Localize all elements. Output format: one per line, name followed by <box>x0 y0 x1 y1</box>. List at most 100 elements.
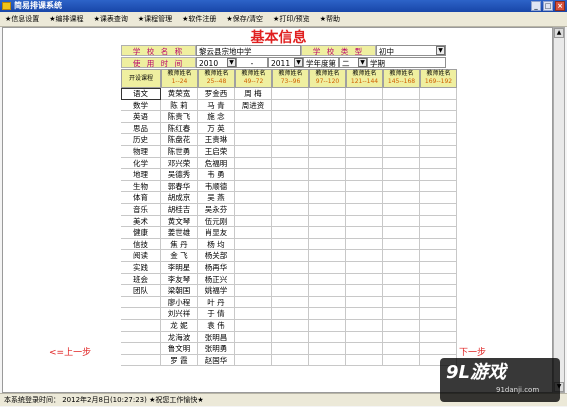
teacher-cell[interactable]: 陈 莉 <box>161 99 198 112</box>
teacher-cell[interactable]: 杨再华 <box>198 262 235 274</box>
teacher-cell[interactable] <box>346 215 383 228</box>
teacher-cell[interactable] <box>420 227 457 239</box>
teacher-cell[interactable] <box>420 88 457 100</box>
teacher-cell[interactable] <box>420 204 457 216</box>
teacher-cell[interactable] <box>309 111 346 123</box>
maximize-button[interactable]: □ <box>543 1 553 11</box>
teacher-cell[interactable] <box>272 204 309 216</box>
teacher-cell[interactable] <box>383 215 420 228</box>
teacher-cell[interactable] <box>309 273 346 286</box>
menu-help[interactable]: ★帮助 <box>315 12 345 26</box>
teacher-cell[interactable] <box>309 157 346 170</box>
teacher-cell[interactable] <box>383 343 420 355</box>
teacher-cell[interactable]: 袁 伟 <box>198 320 235 332</box>
teacher-cell[interactable]: 吴德秀 <box>161 169 198 181</box>
teacher-cell[interactable] <box>235 122 272 135</box>
chevron-down-icon[interactable]: ▼ <box>294 58 303 67</box>
teacher-cell[interactable] <box>235 227 272 239</box>
teacher-cell[interactable] <box>346 285 383 297</box>
teacher-cell[interactable] <box>235 134 272 146</box>
school-name-field[interactable]: 黎云县宗地中学 <box>196 45 301 56</box>
teacher-cell[interactable] <box>272 111 309 123</box>
vertical-scrollbar[interactable]: ▲ ▼ <box>553 27 565 393</box>
teacher-cell[interactable] <box>272 238 309 251</box>
teacher-cell[interactable] <box>309 331 346 344</box>
teacher-cell[interactable] <box>346 122 383 135</box>
teacher-cell[interactable] <box>235 331 272 344</box>
teacher-cell[interactable]: 吴永芬 <box>198 204 235 216</box>
menu-software-register[interactable]: ★软件注册 <box>177 12 221 26</box>
teacher-cell[interactable] <box>235 285 272 297</box>
teacher-cell[interactable] <box>235 296 272 309</box>
teacher-cell[interactable]: 韦顺德 <box>198 180 235 193</box>
teacher-cell[interactable] <box>383 111 420 123</box>
teacher-cell[interactable]: 李友琴 <box>161 273 198 286</box>
teacher-cell[interactable]: 胡成京 <box>161 192 198 204</box>
chevron-down-icon[interactable]: ▼ <box>436 46 445 55</box>
teacher-cell[interactable]: 危福明 <box>198 157 235 170</box>
teacher-cell[interactable]: 吴 燕 <box>198 192 235 204</box>
teacher-cell[interactable]: 陈贵飞 <box>161 111 198 123</box>
teacher-cell[interactable] <box>235 111 272 123</box>
course-cell[interactable]: 实践 <box>121 262 161 274</box>
course-cell[interactable]: 班会 <box>121 273 161 286</box>
menu-timetable-query[interactable]: ★课表查询 <box>89 12 133 26</box>
teacher-cell[interactable] <box>420 308 457 320</box>
teacher-cell[interactable] <box>272 285 309 297</box>
teacher-cell[interactable] <box>309 169 346 181</box>
teacher-cell[interactable] <box>346 262 383 274</box>
teacher-cell[interactable] <box>346 250 383 262</box>
teacher-cell[interactable] <box>272 99 309 112</box>
teacher-cell[interactable] <box>346 227 383 239</box>
teacher-cell[interactable]: 罗 霞 <box>161 354 198 367</box>
teacher-cell[interactable] <box>420 331 457 344</box>
teacher-cell[interactable] <box>346 111 383 123</box>
teacher-cell[interactable] <box>272 192 309 204</box>
teacher-cell[interactable] <box>383 273 420 286</box>
teacher-cell[interactable]: 杨正兴 <box>198 273 235 286</box>
teacher-cell[interactable]: 王贵琳 <box>198 134 235 146</box>
course-cell[interactable] <box>121 354 161 367</box>
teacher-cell[interactable]: 龙 妮 <box>161 320 198 332</box>
course-cell[interactable]: 生物 <box>121 180 161 193</box>
teacher-cell[interactable] <box>383 122 420 135</box>
next-step-button[interactable]: 下一步 <box>459 345 486 358</box>
teacher-cell[interactable] <box>235 169 272 181</box>
teacher-cell[interactable] <box>235 262 272 274</box>
teacher-cell[interactable] <box>346 99 383 112</box>
teacher-cell[interactable] <box>309 180 346 193</box>
teacher-cell[interactable]: 周 梅 <box>235 88 272 100</box>
teacher-cell[interactable] <box>383 204 420 216</box>
teacher-cell[interactable] <box>420 273 457 286</box>
teacher-cell[interactable] <box>272 134 309 146</box>
teacher-cell[interactable] <box>383 285 420 297</box>
teacher-cell[interactable]: 杨 均 <box>198 238 235 251</box>
teacher-cell[interactable] <box>272 354 309 367</box>
teacher-cell[interactable] <box>235 308 272 320</box>
menu-course-management[interactable]: ★课程管理 <box>133 12 177 26</box>
teacher-cell[interactable] <box>309 99 346 112</box>
teacher-cell[interactable]: 万 英 <box>198 122 235 135</box>
teacher-cell[interactable] <box>309 308 346 320</box>
teacher-cell[interactable] <box>420 343 457 355</box>
teacher-cell[interactable] <box>309 134 346 146</box>
chevron-down-icon[interactable]: ▼ <box>227 58 236 67</box>
teacher-cell[interactable] <box>272 273 309 286</box>
teacher-cell[interactable] <box>346 146 383 158</box>
teacher-cell[interactable]: 焦 丹 <box>161 238 198 251</box>
teacher-cell[interactable] <box>383 308 420 320</box>
teacher-cell[interactable] <box>309 296 346 309</box>
teacher-cell[interactable] <box>272 157 309 170</box>
teacher-cell[interactable] <box>383 296 420 309</box>
teacher-cell[interactable] <box>383 157 420 170</box>
teacher-cell[interactable]: 梁朝国 <box>161 285 198 297</box>
teacher-cell[interactable]: 胡桂吉 <box>161 204 198 216</box>
teacher-cell[interactable] <box>383 134 420 146</box>
course-cell[interactable]: 团队 <box>121 285 161 297</box>
teacher-cell[interactable] <box>235 320 272 332</box>
teacher-cell[interactable]: 金 飞 <box>161 250 198 262</box>
teacher-cell[interactable] <box>272 320 309 332</box>
teacher-cell[interactable] <box>420 146 457 158</box>
teacher-cell[interactable] <box>272 343 309 355</box>
course-cell[interactable]: 信技 <box>121 238 161 251</box>
